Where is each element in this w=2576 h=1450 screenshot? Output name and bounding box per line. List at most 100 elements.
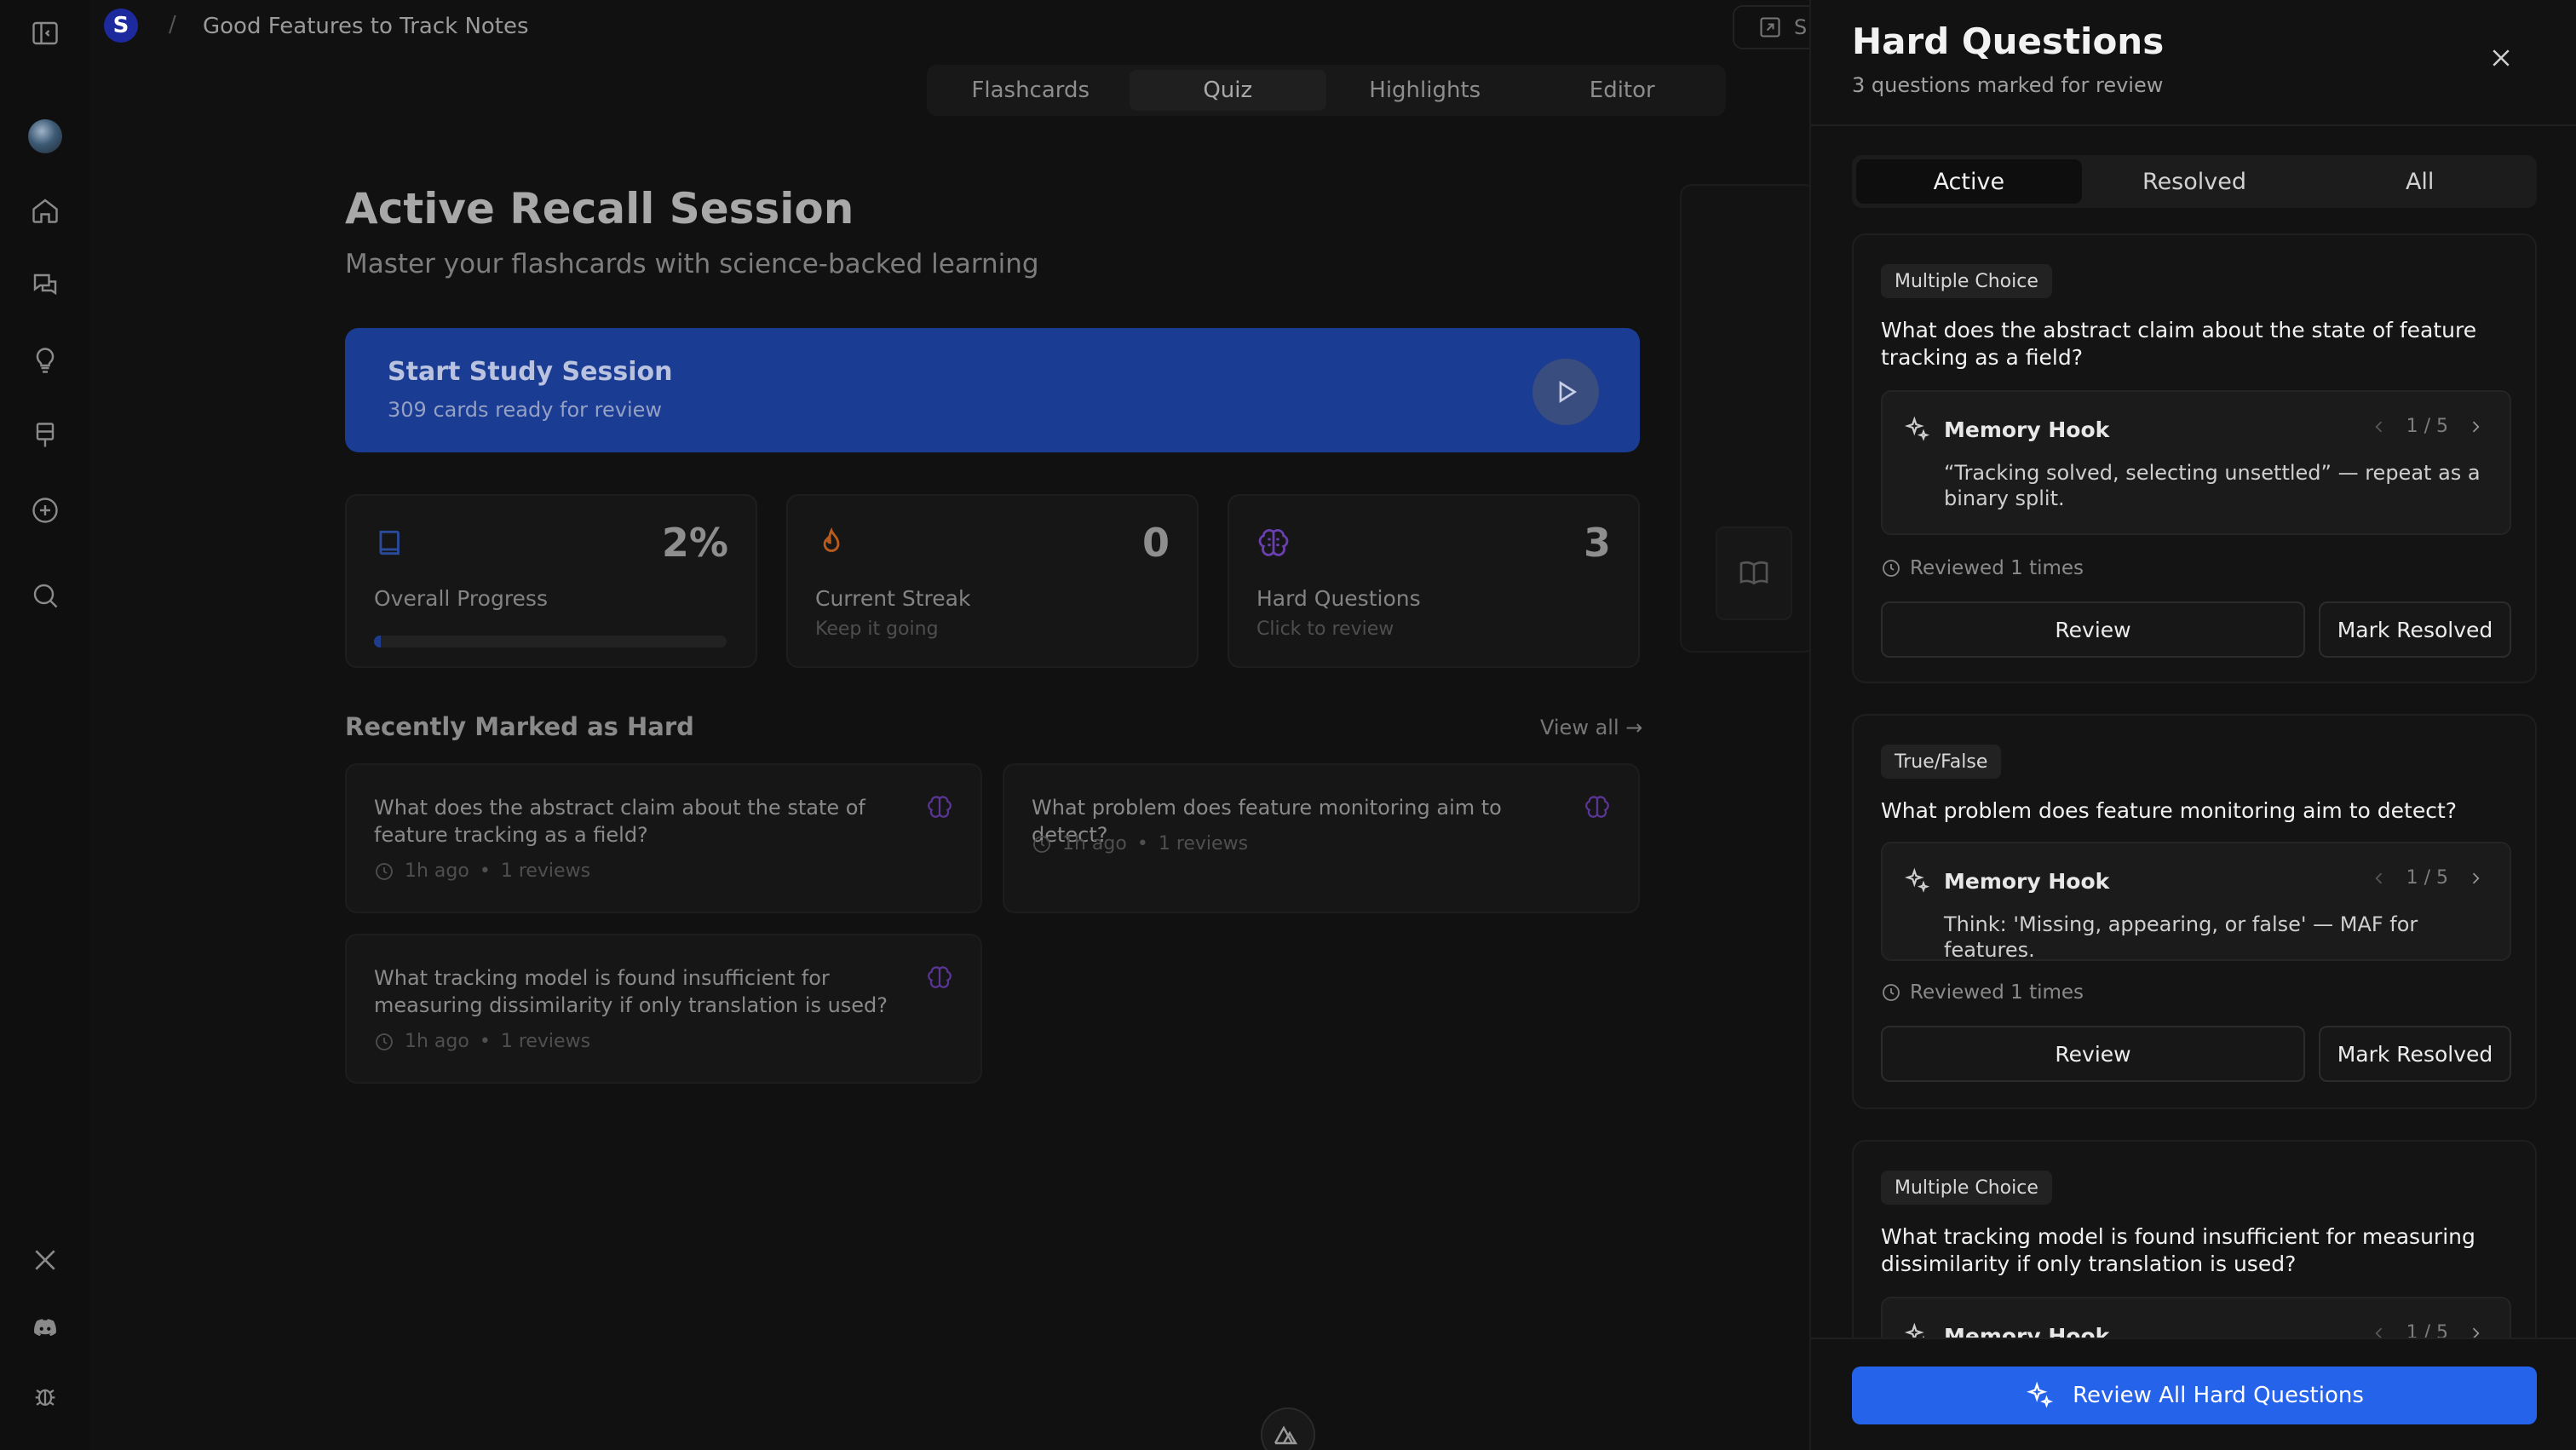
left-rail (0, 0, 90, 1450)
recent-reviews: 1 reviews (1158, 833, 1249, 854)
lightbulb-icon[interactable] (26, 341, 65, 380)
stat-label: Hard Questions (1256, 586, 1421, 611)
chat-icon[interactable] (26, 266, 65, 305)
session-subtitle: Master your flashcards with science-back… (345, 249, 1039, 279)
memory-hook-label: Memory Hook (1944, 869, 2110, 894)
reviewed-count: Reviewed 1 times (1881, 981, 2084, 1004)
brain-icon (1256, 526, 1291, 561)
chevron-left-icon[interactable] (2371, 418, 2388, 435)
question-type-badge: True/False (1881, 745, 2002, 779)
avatar[interactable] (28, 119, 62, 153)
tab-highlights[interactable]: Highlights (1326, 70, 1524, 111)
start-study-session-button[interactable]: Start Study Session 309 cards ready for … (345, 328, 1640, 452)
memory-hook-label: Memory Hook (1944, 1324, 2110, 1338)
stat-label: Current Streak (815, 586, 971, 611)
chevron-right-icon[interactable] (2467, 418, 2484, 435)
add-icon[interactable] (26, 491, 65, 530)
brain-icon (926, 964, 953, 992)
bug-icon[interactable] (26, 1377, 65, 1416)
chevron-left-icon[interactable] (2371, 1325, 2388, 1338)
recent-time: 1h ago (405, 860, 469, 882)
panel-subtitle: 3 questions marked for review (1852, 73, 2164, 97)
stat-value: 2% (661, 520, 728, 566)
filter-segmented-control: Active Resolved All (1852, 155, 2537, 208)
recent-meta: 1h ago • 1 reviews (374, 860, 590, 882)
question-text: What does the abstract claim about the s… (1881, 318, 2477, 370)
home-icon[interactable] (26, 191, 65, 230)
question-text: What problem does feature monitoring aim… (1881, 798, 2458, 823)
recent-hard-card[interactable]: What does the abstract claim about the s… (345, 763, 982, 913)
panel-footer: Review All Hard Questions (1811, 1338, 2576, 1450)
chevron-right-icon[interactable] (2467, 870, 2484, 887)
hook-pager: 1 / 5 (2371, 867, 2484, 889)
hard-questions-panel: Hard Questions 3 questions marked for re… (1809, 0, 2576, 1450)
review-button[interactable]: Review (1881, 1026, 2305, 1082)
sparkles-icon (1903, 416, 1930, 443)
open-book-icon[interactable] (1716, 526, 1792, 620)
recent-hard-card[interactable]: What tracking model is found insufficien… (345, 934, 982, 1084)
hook-page: 1 / 5 (2406, 1322, 2448, 1338)
hook-pager: 1 / 5 (2371, 1322, 2484, 1338)
share-label: S (1794, 15, 1808, 39)
recent-reviews: 1 reviews (500, 860, 591, 882)
memory-hook-label: Memory Hook (1944, 417, 2110, 442)
segment-resolved[interactable]: Resolved (2082, 159, 2308, 204)
meta-separator: • (479, 1031, 491, 1052)
view-all-link[interactable]: View all → (1540, 716, 1642, 739)
close-icon[interactable] (2484, 41, 2518, 75)
tab-editor[interactable]: Editor (1524, 70, 1722, 111)
sidebar-toggle-icon[interactable] (26, 14, 65, 53)
sparkles-icon (1903, 867, 1930, 895)
workspace-badge[interactable]: S (104, 9, 138, 43)
memory-hook: Memory Hook 1 / 5 “Tracking solved, sele… (1881, 390, 2511, 535)
progress-bar (374, 636, 727, 647)
app-logo-icon (1261, 1407, 1315, 1450)
mark-resolved-button[interactable]: Mark Resolved (2319, 1026, 2511, 1082)
segment-all[interactable]: All (2307, 159, 2533, 204)
reviewed-count: Reviewed 1 times (1881, 557, 2084, 579)
play-icon[interactable] (1532, 359, 1599, 425)
review-all-hard-questions-button[interactable]: Review All Hard Questions (1852, 1367, 2537, 1424)
brain-icon (926, 794, 953, 821)
meta-separator: • (1136, 833, 1148, 854)
page-title[interactable]: Good Features to Track Notes (203, 14, 529, 39)
session-title: Active Recall Session (345, 184, 854, 233)
search-icon[interactable] (26, 576, 65, 615)
stat-hint: Keep it going (815, 619, 939, 640)
reviewed-text: Reviewed 1 times (1910, 557, 2084, 579)
mark-resolved-button[interactable]: Mark Resolved (2319, 601, 2511, 658)
reviewed-text: Reviewed 1 times (1910, 981, 2084, 1004)
question-text: What tracking model is found insufficien… (1881, 1224, 2475, 1276)
question-type-badge: Multiple Choice (1881, 264, 2052, 298)
flashcard-icon[interactable] (26, 416, 65, 455)
sparkles-icon (1903, 1322, 1930, 1338)
segment-active[interactable]: Active (1856, 159, 2082, 204)
recent-hard-card[interactable]: What problem does feature monitoring aim… (1003, 763, 1640, 913)
recent-time: 1h ago (1062, 833, 1127, 854)
review-all-label: Review All Hard Questions (2073, 1383, 2364, 1408)
recent-meta: 1h ago • 1 reviews (374, 1031, 590, 1052)
hard-question-card: True/False What problem does feature mon… (1852, 714, 2537, 1109)
recent-question: What does the abstract claim about the s… (374, 796, 865, 847)
clock-icon (1032, 834, 1052, 854)
hook-page: 1 / 5 (2406, 867, 2448, 889)
tab-flashcards[interactable]: Flashcards (932, 70, 1130, 111)
stat-hard-questions[interactable]: 3 Hard Questions Click to review (1228, 494, 1640, 668)
tab-quiz[interactable]: Quiz (1129, 70, 1326, 111)
recent-question: What tracking model is found insufficien… (374, 966, 888, 1017)
chevron-left-icon[interactable] (2371, 870, 2388, 887)
x-logo-icon[interactable] (26, 1240, 65, 1280)
book-icon (374, 526, 406, 559)
study-title: Start Study Session (388, 357, 673, 387)
stat-overall-progress: 2% Overall Progress (345, 494, 757, 668)
review-button[interactable]: Review (1881, 601, 2305, 658)
stat-label: Overall Progress (374, 586, 548, 611)
questions-list[interactable]: Multiple Choice What does the abstract c… (1811, 230, 2576, 1338)
memory-hook: Memory Hook 1 / 5 (1881, 1297, 2511, 1338)
memory-hook: Memory Hook 1 / 5 Think: 'Missing, appea… (1881, 842, 2511, 962)
discord-icon[interactable] (26, 1309, 65, 1348)
chevron-right-icon[interactable] (2467, 1325, 2484, 1338)
hook-page: 1 / 5 (2406, 416, 2448, 437)
flame-icon (815, 526, 848, 559)
panel-divider (1811, 124, 2576, 126)
